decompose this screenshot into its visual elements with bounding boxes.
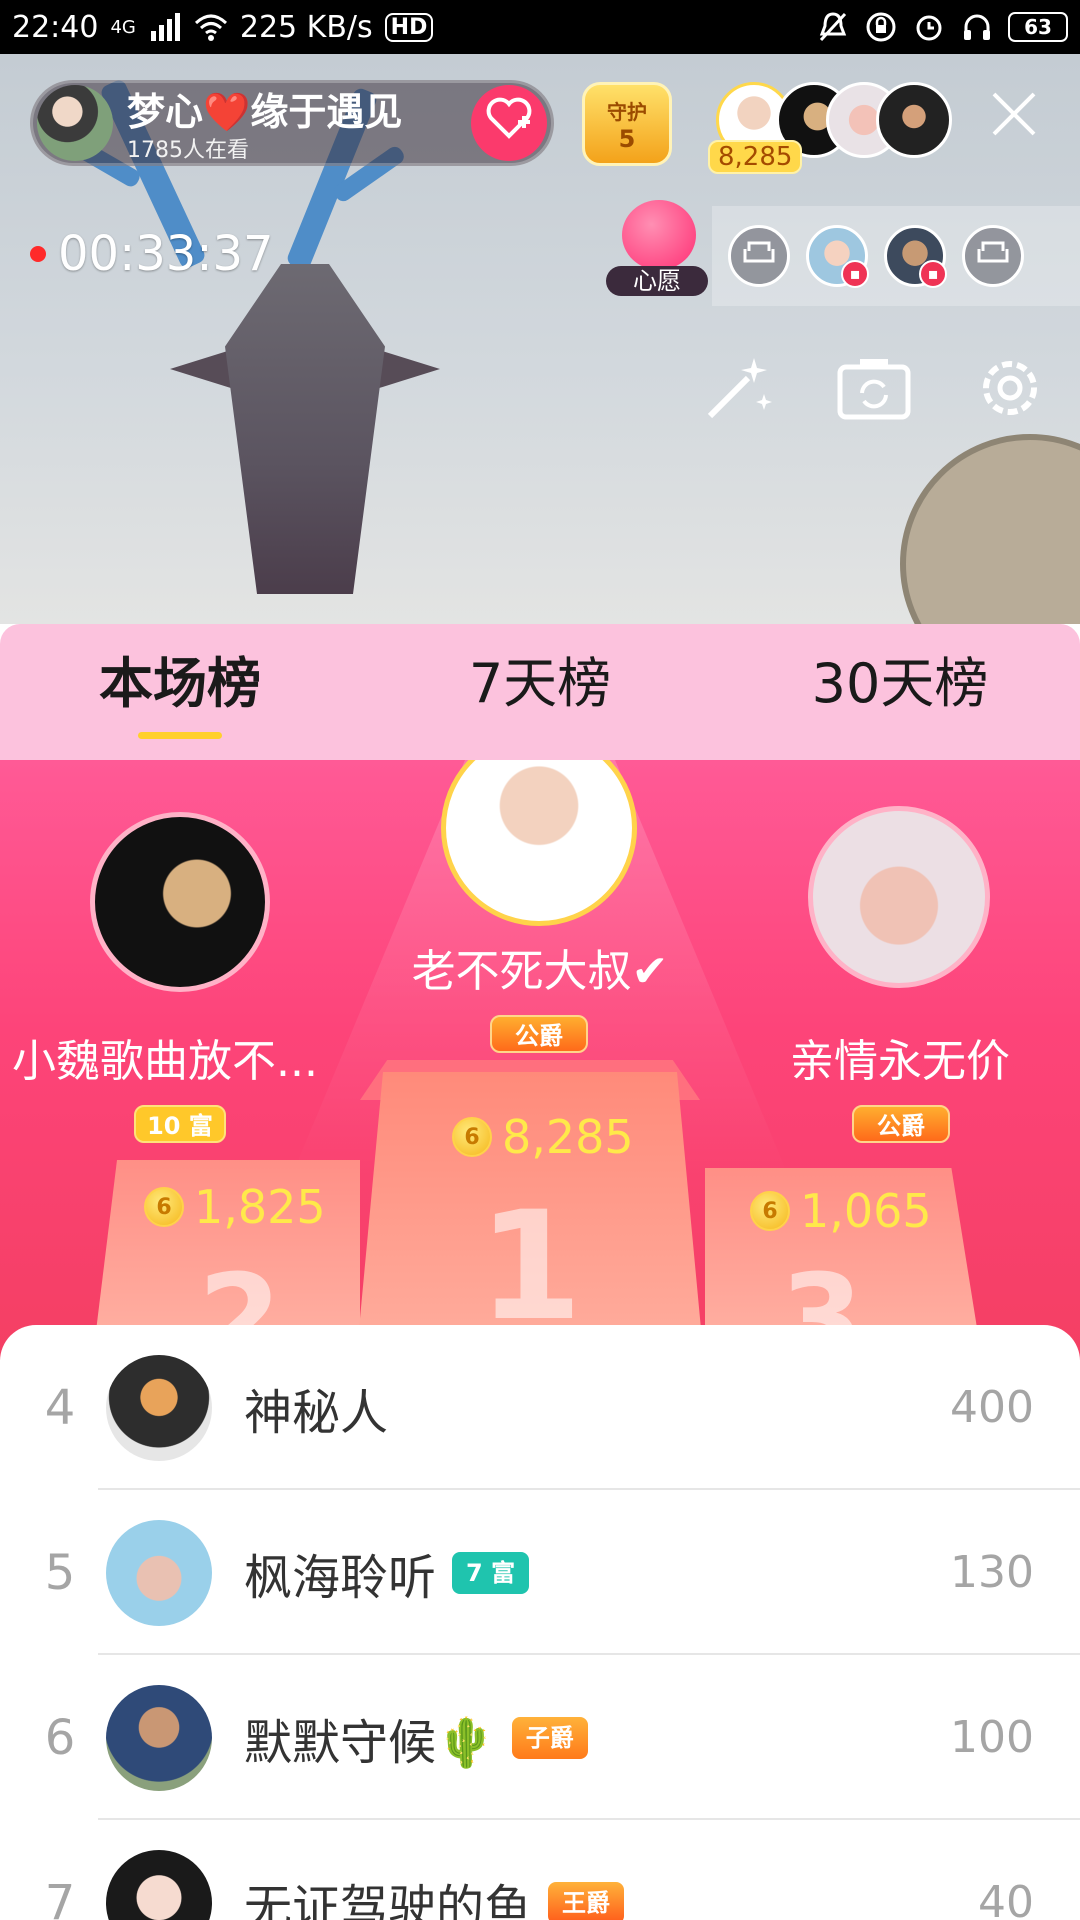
close-icon	[988, 82, 1040, 156]
empty-seat[interactable]	[962, 225, 1024, 287]
empty-seat[interactable]	[728, 225, 790, 287]
hd-icon: HD	[384, 12, 434, 42]
top-viewers[interactable]: 8,285	[708, 82, 952, 174]
switch-camera-button[interactable]	[836, 352, 912, 428]
coin-icon: 6	[452, 1117, 492, 1157]
top-viewer-avatar[interactable]	[876, 82, 952, 158]
first-place-score: 6 8,285	[452, 1110, 634, 1164]
camera-switch-icon	[836, 355, 912, 425]
occupied-seat[interactable]: ▪	[806, 225, 869, 288]
coin-icon: 6	[144, 1187, 184, 1227]
wish-label: 心愿	[606, 266, 708, 296]
ranking-tabs: 本场榜 7天榜 30天榜	[0, 624, 1080, 760]
user-score: 400	[950, 1382, 1034, 1433]
top-viewer-score: 8,285	[708, 140, 803, 174]
sofa-icon	[741, 239, 777, 274]
alarm-icon	[912, 10, 946, 44]
podium: 1 2 3 老不死大叔✔ 公爵 6 8,285 小魏歌曲放不... 10 富 6…	[0, 760, 1080, 1360]
close-button[interactable]	[984, 88, 1044, 148]
user-name: 无证驾驶的鱼	[244, 1879, 533, 1920]
host-info[interactable]: 梦心❤️缘于遇见 1785人在看	[30, 80, 554, 166]
list-item[interactable]: 6 默默守候🌵 子爵 100	[0, 1655, 1080, 1820]
guest-seats: ▪ ▪	[712, 206, 1080, 306]
wood-decor	[900, 434, 1080, 624]
host-text: 梦心❤️缘于遇见 1785人在看	[127, 84, 471, 162]
timer-text: 00:33:37	[58, 226, 274, 282]
third-place-score-value: 1,065	[800, 1184, 932, 1238]
tab-this-show[interactable]: 本场榜	[0, 624, 360, 760]
mute-bell-icon	[816, 10, 850, 44]
host-avatar[interactable]	[37, 85, 113, 161]
third-place-name[interactable]: 亲情永无价	[760, 1025, 1040, 1089]
first-place-badge: 公爵	[490, 1015, 588, 1053]
level-badge: 7 富	[452, 1551, 530, 1594]
viewer-count: 1785人在看	[127, 138, 249, 162]
second-place-score-value: 1,825	[194, 1180, 326, 1234]
avatar[interactable]	[106, 1519, 212, 1626]
battery-level: 63	[1008, 12, 1068, 42]
list-item[interactable]: 7 无证驾驶的鱼 王爵 40	[0, 1820, 1080, 1920]
magic-wand-icon	[700, 350, 776, 430]
user-score: 40	[978, 1877, 1034, 1920]
beauty-button[interactable]	[700, 352, 776, 428]
third-place-avatar[interactable]	[808, 806, 990, 988]
follow-button[interactable]	[471, 85, 547, 161]
live-timer: 00:33:37	[30, 226, 274, 282]
sofa-icon: ▪	[919, 260, 947, 288]
wifi-icon	[194, 10, 228, 44]
settings-button[interactable]	[972, 352, 1048, 428]
guard-count: 5	[618, 124, 636, 153]
rank-number: 4	[44, 1379, 76, 1436]
third-place-badge: 公爵	[852, 1105, 950, 1143]
first-place-score-value: 8,285	[502, 1110, 634, 1164]
guard-label: 守护	[607, 99, 647, 124]
wish-button[interactable]: 心愿	[606, 200, 708, 300]
rank-number: 6	[44, 1709, 76, 1766]
headphones-icon	[960, 10, 994, 44]
sofa-icon	[975, 239, 1011, 274]
sofa-icon: ▪	[841, 260, 869, 288]
second-place-avatar[interactable]	[90, 812, 270, 992]
clock: 22:40	[12, 9, 99, 45]
network-type: 4G	[110, 16, 136, 38]
third-place-score: 6 1,065	[750, 1184, 932, 1238]
list-item[interactable]: 4 神秘人 400	[0, 1325, 1080, 1490]
deer-head-decor	[225, 264, 385, 594]
avatar[interactable]	[106, 1354, 212, 1461]
ranking-list: 4 神秘人 400 5 枫海聆听 7 富 130 6 默默守候🌵 子爵 100 …	[0, 1325, 1080, 1920]
lock-rotation-icon	[864, 10, 898, 44]
avatar[interactable]	[106, 1684, 212, 1791]
second-place-name[interactable]: 小魏歌曲放不...	[0, 1025, 330, 1089]
list-item[interactable]: 5 枫海聆听 7 富 130	[0, 1490, 1080, 1655]
heart-plus-icon	[485, 96, 533, 150]
level-badge: 子爵	[511, 1716, 588, 1759]
avatar[interactable]	[106, 1849, 212, 1920]
user-name: 神秘人	[244, 1384, 389, 1441]
second-place-badge: 10 富	[134, 1105, 226, 1143]
gear-icon	[975, 353, 1045, 427]
user-name: 枫海聆听	[244, 1549, 437, 1606]
status-bar: 22:40 4G 225 KB/s HD 63	[0, 0, 1080, 54]
user-name: 默默守候🌵	[244, 1714, 496, 1771]
occupied-seat[interactable]: ▪	[884, 225, 947, 288]
signal-icon	[148, 10, 182, 44]
user-score: 100	[950, 1712, 1034, 1763]
user-score: 130	[950, 1547, 1034, 1598]
second-place-score: 6 1,825	[144, 1180, 326, 1234]
recording-dot	[30, 246, 46, 262]
guard-badge[interactable]: 守护 5	[582, 82, 672, 166]
tab-30-days[interactable]: 30天榜	[720, 624, 1080, 760]
level-badge: 王爵	[548, 1881, 625, 1920]
host-name: 梦心❤️缘于遇见	[127, 90, 403, 134]
wish-heart-icon	[622, 200, 696, 270]
rank-number: 5	[44, 1544, 76, 1601]
coin-icon: 6	[750, 1191, 790, 1231]
tab-7-days[interactable]: 7天榜	[360, 624, 720, 760]
network-speed: 225 KB/s	[239, 9, 373, 45]
rank-number: 7	[44, 1874, 76, 1920]
first-place-name[interactable]: 老不死大叔✔	[340, 935, 740, 999]
